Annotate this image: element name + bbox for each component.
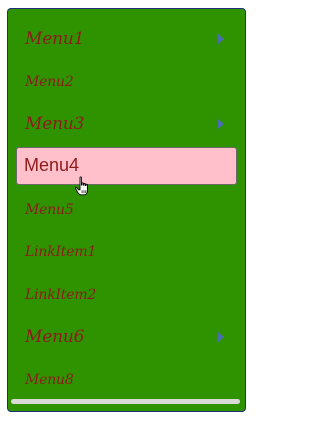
menu-item-menu4[interactable]: Menu4 (16, 147, 237, 185)
menu-item-linkitem1[interactable]: LinkItem1 (16, 232, 237, 270)
menu-item-label: Menu8 (25, 372, 74, 388)
menu-item-label: LinkItem1 (25, 244, 97, 260)
hand-pointer-cursor-icon (74, 176, 88, 196)
menu-item-label: Menu3 (25, 114, 85, 134)
menu-panel: Menu1 Menu2 Menu3 Menu4 Menu5 LinkItem1 … (7, 8, 246, 412)
menu-item-label: Menu2 (25, 74, 74, 90)
menu-item-linkitem2[interactable]: LinkItem2 (16, 275, 237, 313)
chevron-right-icon (218, 119, 224, 129)
menu-item-menu8[interactable]: Menu8 (16, 360, 237, 398)
menu-item-menu5[interactable]: Menu5 (16, 190, 237, 228)
menu-item-label: Menu5 (25, 202, 74, 218)
chevron-right-icon (218, 34, 224, 44)
menu-item-menu6[interactable]: Menu6 (16, 318, 237, 356)
menu-item-label: LinkItem2 (25, 287, 97, 303)
menu-item-label: Menu4 (24, 155, 80, 175)
menu-item-menu1[interactable]: Menu1 (16, 20, 237, 58)
horizontal-scrollbar[interactable] (11, 399, 240, 404)
menu-item-menu3[interactable]: Menu3 (16, 105, 237, 143)
menu-item-label: Menu1 (25, 29, 85, 49)
menu-item-label: Menu6 (25, 327, 85, 347)
menu-item-menu2[interactable]: Menu2 (16, 62, 237, 100)
chevron-right-icon (218, 332, 224, 342)
